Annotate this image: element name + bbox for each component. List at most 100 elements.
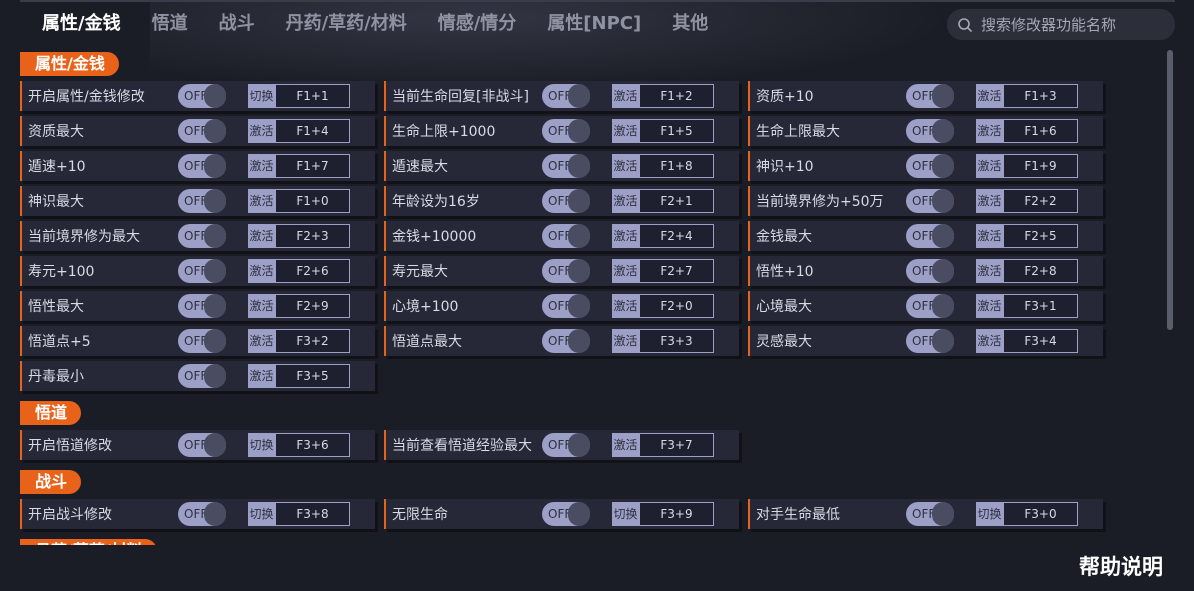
hotkey-key[interactable]: F2+5 xyxy=(1003,224,1078,248)
cheat-toggle[interactable]: OFF xyxy=(906,502,954,526)
cheat-toggle[interactable]: OFF xyxy=(178,502,226,526)
hotkey-binding[interactable]: 切换 F3+6 xyxy=(248,433,350,457)
tab-pills-herbs-materials[interactable]: 丹药/草药/材料 xyxy=(286,10,407,40)
cheat-toggle[interactable]: OFF xyxy=(542,433,590,457)
cheat-toggle[interactable]: OFF xyxy=(178,259,226,283)
hotkey-binding[interactable]: 激活 F2+9 xyxy=(248,294,350,318)
hotkey-key[interactable]: F3+7 xyxy=(639,433,714,457)
cheat-toggle[interactable]: OFF xyxy=(542,502,590,526)
cheat-toggle[interactable]: OFF xyxy=(906,154,954,178)
cheat-toggle[interactable]: OFF xyxy=(906,259,954,283)
hotkey-key[interactable]: F1+3 xyxy=(1003,84,1078,108)
hotkey-binding[interactable]: 激活 F3+3 xyxy=(612,329,714,353)
hotkey-binding[interactable]: 激活 F2+0 xyxy=(612,294,714,318)
hotkey-binding[interactable]: 激活 F2+8 xyxy=(976,259,1078,283)
hotkey-key[interactable]: F2+1 xyxy=(639,189,714,213)
hotkey-key[interactable]: F2+6 xyxy=(275,259,350,283)
hotkey-key[interactable]: F3+8 xyxy=(275,502,350,526)
cheat-toggle[interactable]: OFF xyxy=(178,433,226,457)
hotkey-binding[interactable]: 激活 F3+2 xyxy=(248,329,350,353)
cheat-toggle[interactable]: OFF xyxy=(906,329,954,353)
cheat-toggle[interactable]: OFF xyxy=(178,364,226,388)
hotkey-key[interactable]: F3+6 xyxy=(275,433,350,457)
tab-attributes-money[interactable]: 属性/金钱 xyxy=(42,10,121,40)
hotkey-key[interactable]: F1+9 xyxy=(1003,154,1078,178)
hotkey-binding[interactable]: 激活 F1+6 xyxy=(976,119,1078,143)
cheat-toggle[interactable]: OFF xyxy=(542,84,590,108)
hotkey-binding[interactable]: 激活 F2+1 xyxy=(612,189,714,213)
hotkey-binding[interactable]: 激活 F3+1 xyxy=(976,294,1078,318)
hotkey-key[interactable]: F3+5 xyxy=(275,364,350,388)
hotkey-key[interactable]: F1+2 xyxy=(639,84,714,108)
scrollbar[interactable] xyxy=(1167,50,1173,545)
hotkey-binding[interactable]: 激活 F1+0 xyxy=(248,189,350,213)
hotkey-key[interactable]: F3+1 xyxy=(1003,294,1078,318)
hotkey-binding[interactable]: 切换 F3+9 xyxy=(612,502,714,526)
hotkey-binding[interactable]: 激活 F2+4 xyxy=(612,224,714,248)
hotkey-binding[interactable]: 切换 F3+0 xyxy=(976,502,1078,526)
scrollbar-thumb[interactable] xyxy=(1167,50,1173,330)
hotkey-binding[interactable]: 激活 F1+8 xyxy=(612,154,714,178)
cheat-toggle[interactable]: OFF xyxy=(178,189,226,213)
cheat-toggle[interactable]: OFF xyxy=(906,189,954,213)
hotkey-key[interactable]: F2+7 xyxy=(639,259,714,283)
hotkey-binding[interactable]: 激活 F1+3 xyxy=(976,84,1078,108)
hotkey-binding[interactable]: 激活 F3+5 xyxy=(248,364,350,388)
hotkey-key[interactable]: F3+0 xyxy=(1003,502,1078,526)
hotkey-key[interactable]: F1+8 xyxy=(639,154,714,178)
hotkey-key[interactable]: F1+7 xyxy=(275,154,350,178)
cheat-toggle[interactable]: OFF xyxy=(542,154,590,178)
hotkey-binding[interactable]: 切换 F3+8 xyxy=(248,502,350,526)
hotkey-binding[interactable]: 激活 F1+2 xyxy=(612,84,714,108)
cheat-toggle[interactable]: OFF xyxy=(906,294,954,318)
cheat-toggle[interactable]: OFF xyxy=(178,294,226,318)
hotkey-binding[interactable]: 激活 F2+6 xyxy=(248,259,350,283)
hotkey-key[interactable]: F2+8 xyxy=(1003,259,1078,283)
search-box[interactable] xyxy=(947,9,1175,40)
hotkey-binding[interactable]: 激活 F3+7 xyxy=(612,433,714,457)
hotkey-key[interactable]: F2+3 xyxy=(275,224,350,248)
cheat-toggle[interactable]: OFF xyxy=(178,329,226,353)
cheat-toggle[interactable]: OFF xyxy=(178,154,226,178)
hotkey-binding[interactable]: 激活 F1+9 xyxy=(976,154,1078,178)
hotkey-binding[interactable]: 激活 F1+4 xyxy=(248,119,350,143)
cheat-toggle[interactable]: OFF xyxy=(906,119,954,143)
tab-combat[interactable]: 战斗 xyxy=(219,10,255,40)
tab-emotion[interactable]: 情感/情分 xyxy=(438,10,517,40)
hotkey-key[interactable]: F1+4 xyxy=(275,119,350,143)
tab-attributes-npc[interactable]: 属性[NPC] xyxy=(547,10,641,40)
hotkey-key[interactable]: F3+4 xyxy=(1003,329,1078,353)
help-button[interactable]: 帮助说明 xyxy=(1079,551,1163,581)
tab-enlightenment[interactable]: 悟道 xyxy=(152,10,188,40)
hotkey-key[interactable]: F1+6 xyxy=(1003,119,1078,143)
hotkey-key[interactable]: F2+2 xyxy=(1003,189,1078,213)
hotkey-binding[interactable]: 激活 F2+3 xyxy=(248,224,350,248)
hotkey-key[interactable]: F1+5 xyxy=(639,119,714,143)
cheat-toggle[interactable]: OFF xyxy=(542,224,590,248)
cheat-toggle[interactable]: OFF xyxy=(542,329,590,353)
cheat-toggle[interactable]: OFF xyxy=(178,224,226,248)
hotkey-binding[interactable]: 激活 F2+7 xyxy=(612,259,714,283)
hotkey-binding[interactable]: 激活 F2+2 xyxy=(976,189,1078,213)
hotkey-binding[interactable]: 激活 F1+5 xyxy=(612,119,714,143)
hotkey-binding[interactable]: 激活 F3+4 xyxy=(976,329,1078,353)
hotkey-key[interactable]: F1+0 xyxy=(275,189,350,213)
hotkey-binding[interactable]: 切换 F1+1 xyxy=(248,84,350,108)
search-input[interactable] xyxy=(979,14,1173,35)
cheat-toggle[interactable]: OFF xyxy=(178,119,226,143)
hotkey-key[interactable]: F1+1 xyxy=(275,84,350,108)
tab-other[interactable]: 其他 xyxy=(672,10,708,40)
cheat-toggle[interactable]: OFF xyxy=(542,189,590,213)
cheat-toggle[interactable]: OFF xyxy=(178,84,226,108)
hotkey-binding[interactable]: 激活 F1+7 xyxy=(248,154,350,178)
hotkey-key[interactable]: F3+3 xyxy=(639,329,714,353)
hotkey-key[interactable]: F3+2 xyxy=(275,329,350,353)
hotkey-key[interactable]: F2+9 xyxy=(275,294,350,318)
hotkey-binding[interactable]: 激活 F2+5 xyxy=(976,224,1078,248)
cheat-toggle[interactable]: OFF xyxy=(542,119,590,143)
cheat-toggle[interactable]: OFF xyxy=(906,84,954,108)
cheat-toggle[interactable]: OFF xyxy=(906,224,954,248)
hotkey-key[interactable]: F2+4 xyxy=(639,224,714,248)
hotkey-key[interactable]: F2+0 xyxy=(639,294,714,318)
cheat-toggle[interactable]: OFF xyxy=(542,259,590,283)
